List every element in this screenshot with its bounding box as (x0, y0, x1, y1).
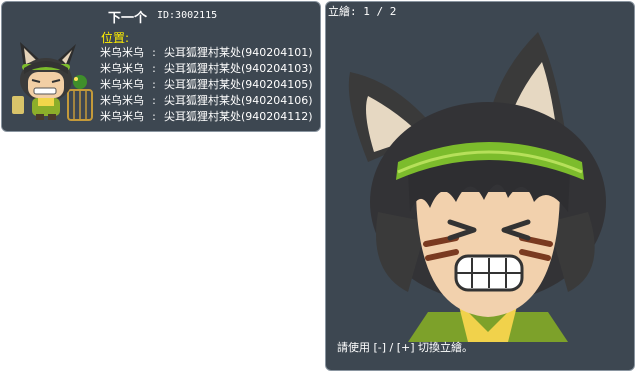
location-item: 米乌米乌: 尖耳狐狸村某处(940204103) (100, 61, 313, 77)
npc-id: ID:3002115 (157, 10, 218, 21)
location-place: 尖耳狐狸村某处(940204101) (164, 46, 313, 59)
location-separator: : (152, 62, 156, 75)
location-npc-name: 米乌米乌 (100, 62, 144, 75)
location-place: 尖耳狐狸村某处(940204105) (164, 78, 313, 91)
location-npc-name: 米乌米乌 (100, 78, 144, 91)
location-separator: : (152, 94, 156, 107)
location-place: 尖耳狐狸村某处(940204103) (164, 62, 313, 75)
location-label: 位置: (101, 31, 130, 45)
location-item: 米乌米乌: 尖耳狐狸村某处(940204101) (100, 45, 313, 61)
location-npc-name: 米乌米乌 (100, 110, 144, 123)
portrait-panel: 立繪: 1 / 2 請使用 [-] / [+] 切換立繪。 (325, 1, 635, 371)
portrait-switch-hint: 請使用 [-] / [+] 切換立繪。 (337, 341, 474, 354)
location-separator: : (152, 46, 156, 59)
location-separator: : (152, 78, 156, 91)
location-list: 米乌米乌: 尖耳狐狸村某处(940204101) 米乌米乌: 尖耳狐狸村某处(940… (100, 45, 313, 125)
location-npc-name: 米乌米乌 (100, 46, 144, 59)
location-item: 米乌米乌: 尖耳狐狸村某处(940204112) (100, 109, 313, 125)
npc-thumbnail (12, 42, 93, 121)
location-separator: : (152, 110, 156, 123)
npc-portrait (348, 32, 606, 342)
location-item: 米乌米乌: 尖耳狐狸村某处(940204105) (100, 77, 313, 93)
location-item: 米乌米乌: 尖耳狐狸村某处(940204106) (100, 93, 313, 109)
npc-name: 下一个 (108, 11, 148, 26)
location-place: 尖耳狐狸村某处(940204112) (164, 110, 313, 123)
location-npc-name: 米乌米乌 (100, 94, 144, 107)
npc-info-panel: 下一个 ID:3002115 位置: 米乌米乌: 尖耳狐狸村某处(940204… (1, 1, 321, 132)
location-place: 尖耳狐狸村某处(940204106) (164, 94, 313, 107)
